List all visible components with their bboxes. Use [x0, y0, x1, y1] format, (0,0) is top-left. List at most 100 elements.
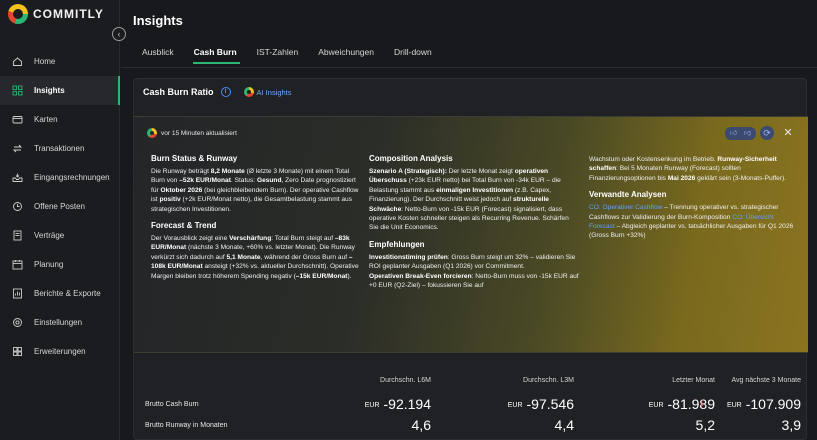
text-segment: – Abgleich geplanter vs. tatsächlicher A… — [589, 223, 794, 240]
inbox-icon — [12, 172, 23, 183]
section-text: Wachstum oder Kostensenkung im Betrieb. … — [589, 155, 799, 183]
home-icon — [12, 56, 23, 67]
tab-bar: Ausblick Cash Burn IST-Zahlen Abweichungen D… — [133, 44, 443, 64]
text-segment: Der Vorausblick zeigt eine — [151, 235, 230, 243]
transactions-icon — [12, 143, 23, 154]
currency-label: EUR — [726, 402, 742, 409]
reports-icon — [12, 288, 23, 299]
sidebar-item-label: Planung — [34, 260, 64, 269]
sidebar-item-home[interactable]: Home — [0, 47, 120, 76]
sidebar-item-berichte-exporte[interactable]: Berichte & Exporte — [0, 279, 120, 308]
sidebar-item-karten[interactable]: Karten — [0, 105, 120, 134]
sidebar-item-label: Erweiterungen — [34, 347, 86, 356]
section-heading: Composition Analysis — [369, 154, 453, 163]
tab-cash-burn[interactable]: Cash Burn — [185, 44, 248, 64]
currency-label: EUR — [507, 402, 523, 409]
planning-icon — [12, 259, 23, 270]
stat-number: -97.546 — [526, 396, 574, 412]
sidebar-item-label: Transaktionen — [34, 144, 85, 153]
sidebar-item-verträge[interactable]: Verträge — [0, 221, 120, 250]
section-text: Der Vorausblick zeigt eine Verschärfung:… — [151, 234, 361, 281]
stat-value: 3,9 — [671, 417, 801, 433]
text-segment: einmaligen Investitionen — [436, 186, 514, 194]
info-icon[interactable]: i — [220, 87, 231, 97]
stat-value: 4,4 — [444, 417, 574, 433]
section-text: Die Runway beträgt 8,2 Monate (Ø letzte … — [151, 167, 361, 214]
insight-updated: vor 15 Minuten aktualisiert — [147, 128, 237, 138]
text-segment: Gesund — [256, 177, 282, 185]
section-heading: Burn Status & Runway — [151, 154, 238, 163]
currency-label: EUR — [364, 402, 380, 409]
open-items-icon — [12, 201, 23, 212]
text-segment: Verschärfung — [229, 235, 272, 243]
collapse-sidebar-button[interactable]: ‹ — [112, 27, 126, 41]
tab-drill-down[interactable]: Drill-down — [385, 44, 443, 64]
close-icon[interactable]: ✕ — [782, 127, 794, 139]
section-heading: Empfehlungen — [369, 239, 425, 249]
insight-column-3: Wachstum oder Kostensenkung im Betrieb. … — [589, 155, 799, 241]
sidebar-item-label: Insights — [34, 86, 65, 95]
text-segment: Wachstum oder Kostensenkung im Betrieb. — [589, 156, 718, 163]
section-text: CO: Operativer Cashflow – Trennung opera… — [589, 203, 799, 241]
ai-insights-button[interactable]: AI Insights — [243, 87, 292, 97]
text-segment: : Total Burn steigt auf — [271, 235, 335, 243]
text-segment: 8,2 Monate — [210, 168, 245, 175]
ai-icon — [147, 128, 157, 138]
tab-ist-zahlen[interactable]: IST-Zahlen — [248, 44, 310, 64]
sidebar: COMMITLY Home Insights Karten Transaktionen… — [0, 0, 120, 440]
card-header: Cash Burn Ratio i AI Insights — [143, 87, 292, 97]
stat-number: -107.909 — [745, 396, 801, 412]
tab-ausblick[interactable]: Ausblick — [133, 44, 185, 64]
text-segment: –15k EUR/Monat — [295, 272, 348, 280]
stat-number: 3,9 — [781, 417, 801, 433]
section-heading: Forecast & Trend — [151, 221, 217, 231]
ai-icon — [243, 87, 254, 97]
section-text: Szenario A (Strategisch): Der letzte Mon… — [369, 167, 579, 233]
sidebar-item-planung[interactable]: Planung — [0, 250, 120, 279]
stat-column-header: Durchschn. L6M — [380, 377, 431, 384]
section-heading: Verwandte Analysen — [589, 190, 667, 200]
related-analysis-link[interactable]: CO: Operativer Cashflow — [589, 204, 662, 211]
main-content: Insights Ausblick Cash Burn IST-Zahlen Abwe… — [121, 0, 817, 440]
cash-burn-card: Cash Burn Ratio i AI Insights vor 15 Min… — [133, 78, 808, 440]
thumbs-up-icon[interactable]: 👍︎ — [729, 129, 738, 138]
text-segment: (+2k EUR/Monat netto), die Gesamtbelastu… — [151, 196, 353, 213]
updated-text: vor 15 Minuten aktualisiert — [161, 129, 237, 137]
refresh-icon[interactable]: ⟳ — [760, 126, 774, 140]
ai-insights-label: AI Insights — [256, 87, 292, 97]
extensions-icon — [12, 346, 23, 357]
text-segment: Investitionstiming prüfen — [369, 253, 448, 261]
thumbs-down-icon[interactable]: 👎︎ — [743, 129, 752, 138]
tabs-divider — [121, 67, 817, 68]
logo[interactable]: COMMITLY — [8, 4, 104, 24]
insight-column-1: Burn Status & Runway Die Runway beträgt … — [151, 154, 361, 281]
sidebar-item-transaktionen[interactable]: Transaktionen — [0, 134, 120, 163]
insight-actions: 👍︎ 👎︎ ⟳ ✕ — [725, 126, 794, 140]
text-segment: positiv — [159, 196, 181, 204]
ai-insight-panel: vor 15 Minuten aktualisiert 👍︎ 👎︎ ⟳ ✕ Bu… — [134, 116, 808, 353]
sidebar-item-eingangsrechnungen[interactable]: Eingangsrechnungen — [0, 163, 120, 192]
sidebar-item-label: Offene Posten — [34, 202, 85, 211]
sidebar-item-offene-posten[interactable]: Offene Posten — [0, 192, 120, 221]
sidebar-item-label: Karten — [34, 115, 58, 124]
section-text: Investitionstiming prüfen: Gross Burn st… — [369, 253, 579, 272]
text-segment: . Status: — [230, 177, 257, 185]
tab-abweichungen[interactable]: Abweichungen — [309, 44, 385, 64]
text-segment: Die Runway beträgt — [151, 168, 211, 175]
stat-number: 4,6 — [411, 417, 431, 433]
sidebar-item-einstellungen[interactable]: Einstellungen — [0, 308, 120, 337]
text-segment: Der letzte Monat zeigt — [446, 168, 515, 175]
sidebar-item-erweiterungen[interactable]: Erweiterungen — [0, 337, 120, 366]
stat-number: -92.194 — [383, 396, 431, 412]
sidebar-item-insights[interactable]: Insights — [0, 76, 120, 105]
stat-value: EUR -107.909 — [671, 396, 801, 412]
text-segment: 5,1 Monate — [226, 253, 261, 261]
sidebar-item-label: Eingangsrechnungen — [34, 173, 110, 182]
logo-text: COMMITLY — [33, 7, 104, 21]
card-title: Cash Burn Ratio — [143, 87, 214, 97]
stat-column-header: Avg nächste 3 Monate — [731, 377, 801, 384]
stat-row-label: Brutto Cash Burn — [145, 401, 199, 408]
sidebar-item-label: Berichte & Exporte — [34, 289, 101, 298]
insight-column-2: Composition Analysis Szenario A (Strateg… — [369, 154, 579, 290]
sidebar-nav: Home Insights Karten Transaktionen Eingangsr… — [0, 47, 120, 366]
